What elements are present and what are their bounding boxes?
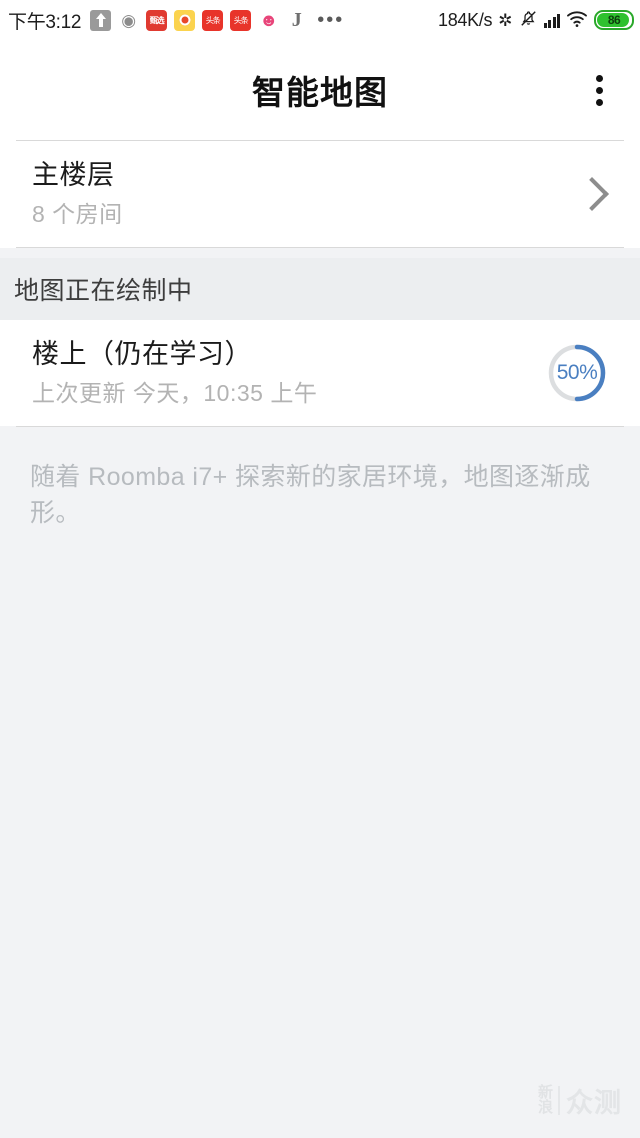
- status-bar: 下午3:12 ◉ 甄选 头条 头条 ☻ J ••• 184K/s ✲ 86: [0, 0, 640, 40]
- upload-icon: [90, 9, 112, 31]
- bluetooth-icon: ✲: [498, 10, 513, 30]
- watermark-sina-char-2: 浪: [537, 1098, 553, 1116]
- phone-screen: 下午3:12 ◉ 甄选 头条 头条 ☻ J ••• 184K/s ✲ 86 智能…: [0, 0, 640, 1138]
- map-row-upstairs[interactable]: 楼上（仍在学习） 上次更新 今天，10:35 上午 50%: [0, 320, 640, 426]
- wifi-icon: [566, 10, 588, 31]
- toutiao-icon-1: 头条: [202, 9, 224, 31]
- page-title: 智能地图: [252, 74, 388, 111]
- toutiao-icon-2-label: 头条: [233, 15, 249, 25]
- jd-icon: J: [291, 8, 302, 31]
- network-speed-label: 184K/s: [438, 9, 493, 30]
- status-bar-system-icons: 184K/s ✲ 86: [438, 9, 634, 32]
- app-bar: 智能地图: [0, 40, 640, 140]
- overflow-dot-2: [595, 86, 603, 94]
- progress-ring: 50%: [546, 342, 608, 404]
- app-pink-icon: ☻: [259, 9, 279, 30]
- app-red-icon-label: 甄选: [149, 15, 165, 25]
- wifi-glyph: [567, 10, 587, 27]
- map-row-texts: 楼上（仍在学习） 上次更新 今天，10:35 上午: [32, 338, 546, 408]
- divider-after-main-floor: [16, 246, 624, 248]
- progress-percent-label: 50%: [556, 360, 598, 384]
- footnote-text: 随着 Roomba i7+ 探索新的家居环境，地图逐渐成形。: [30, 463, 591, 527]
- toutiao-icon-1-label: 头条: [205, 15, 221, 25]
- floor-row-main[interactable]: 主楼层 8 个房间: [0, 141, 640, 247]
- more-icons: •••: [317, 8, 345, 31]
- section-header-in-progress: 地图正在绘制中: [0, 258, 640, 320]
- signal-bars-icon: [543, 13, 560, 28]
- watermark-zhongce: 众测: [566, 1088, 622, 1118]
- floor-name: 主楼层: [32, 160, 115, 190]
- weibo-icon: ◉: [121, 10, 137, 30]
- app-red-icon: 甄选: [146, 9, 168, 31]
- app-yellow-eye-icon: [174, 9, 196, 31]
- battery-level-label: 86: [607, 13, 621, 27]
- bell-muted-glyph: [520, 10, 536, 26]
- battery-indicator: 86: [594, 10, 634, 30]
- overflow-dot-1: [595, 74, 603, 82]
- overflow-dot-3: [595, 98, 603, 106]
- silent-mode-icon: [519, 9, 538, 32]
- watermark: 新 浪 众测: [538, 1081, 622, 1120]
- toutiao-icon-2: 头条: [230, 9, 252, 31]
- divider-after-upstairs: [16, 425, 624, 427]
- watermark-sina: 新 浪: [537, 1085, 560, 1116]
- floor-row-texts: 主楼层 8 个房间: [32, 159, 568, 229]
- map-last-updated: 上次更新 今天，10:35 上午: [32, 379, 318, 406]
- status-bar-notification-icons: ◉ 甄选 头条 头条 ☻ J •••: [90, 8, 345, 31]
- content-top: 主楼层 8 个房间: [0, 140, 640, 248]
- floor-room-count: 8 个房间: [32, 200, 123, 227]
- overflow-menu-button[interactable]: [576, 67, 622, 113]
- status-bar-time: 下午3:12: [8, 11, 82, 33]
- map-name: 楼上（仍在学习）: [32, 339, 252, 369]
- in-progress-section: 地图正在绘制中 楼上（仍在学习） 上次更新 今天，10:35 上午 50%: [0, 258, 640, 427]
- chevron-right-icon[interactable]: [568, 171, 614, 217]
